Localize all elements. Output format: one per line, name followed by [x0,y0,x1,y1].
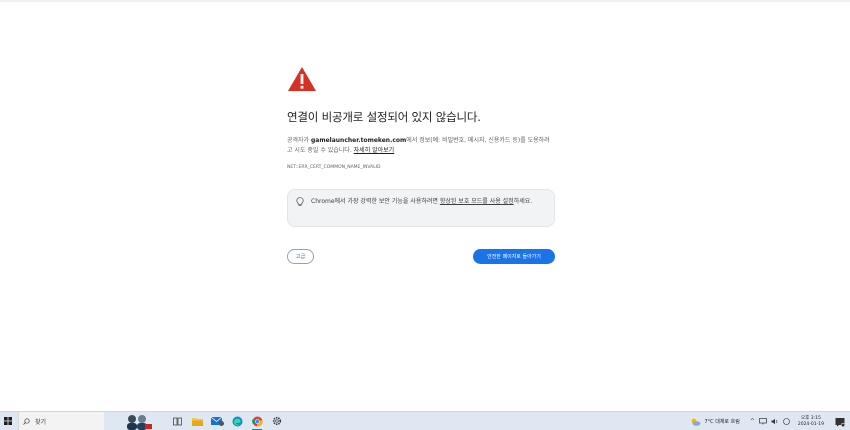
back-to-safety-button[interactable]: 안전한 페이지로 돌아가기 [473,249,555,264]
warning-triangle-icon [288,67,316,91]
interstitial-content: 연결이 비공개로 설정되어 있지 않습니다. 공격자가 gamelauncher… [287,66,555,265]
clock[interactable]: 오후 3:15 2024-01-19 [798,416,824,428]
search-highlight-image[interactable] [124,413,152,430]
search-label: 찾기 [35,418,47,426]
error-description: 공격자가 gamelauncher.tomeken.com에서 정보(예: 비밀… [287,136,555,156]
page-title: 연결이 비공개로 설정되어 있지 않습니다. [287,110,481,124]
error-code: NET::ERR_CERT_COMMON_NAME_INVALID [287,165,381,170]
tip-prefix: Chrome에서 가장 강력한 보안 기능을 사용하려면 [311,198,440,205]
host-name: gamelauncher.tomeken.com [311,137,407,144]
people-icon [127,414,152,430]
action-buttons: 고급 안전한 페이지로 돌아가기 [287,249,555,265]
speaker-icon[interactable] [771,418,779,425]
file-explorer-icon[interactable] [190,414,204,428]
enhanced-protection-tip: Chrome에서 가장 강력한 보안 기능을 사용하려면 향상된 보호 모드를 … [287,189,555,227]
windows-taskbar: 찾기 7°C 대체로 흐림 ^ 오후 3:15 2024-01-19 [0,411,850,430]
tray-icons: ^ [750,418,790,425]
start-button[interactable] [0,412,16,430]
mail-icon[interactable] [210,414,224,428]
system-tray: 7°C 대체로 흐림 ^ 오후 3:15 2024-01-19 [690,412,850,430]
windows-logo-icon [4,417,12,425]
edge-icon[interactable] [230,414,244,428]
task-view-icon[interactable] [170,414,184,428]
search-icon [23,417,30,425]
tip-text: Chrome에서 가장 강력한 보안 기능을 사용하려면 향상된 보호 모드를 … [311,197,532,226]
lightbulb-icon [296,197,304,207]
clock-time: 오후 3:15 [801,415,821,421]
learn-more-link[interactable]: 자세히 알아보기 [354,147,395,154]
chevron-up-icon[interactable]: ^ [750,418,755,425]
taskbar-search[interactable]: 찾기 [18,411,104,430]
cloudy-weather-icon [692,418,701,426]
enhanced-protection-link[interactable]: 향상된 보호 모드를 사용 설정 [440,198,514,205]
settings-icon[interactable] [270,414,284,428]
notification-icon[interactable] [834,416,846,428]
tip-suffix: 하세요. [513,198,533,205]
network-icon[interactable] [758,418,767,425]
ime-icon[interactable] [783,418,790,425]
browser-top-edge [0,0,850,2]
chrome-icon[interactable] [250,414,264,430]
taskbar-apps [170,414,284,430]
weather-text: 7°C 대체로 흐림 [704,419,740,425]
advanced-button[interactable]: 고급 [287,249,314,264]
description-prefix: 공격자가 [287,137,311,144]
clock-date: 2024-01-19 [797,421,824,427]
weather-widget[interactable]: 7°C 대체로 흐림 [690,418,740,426]
